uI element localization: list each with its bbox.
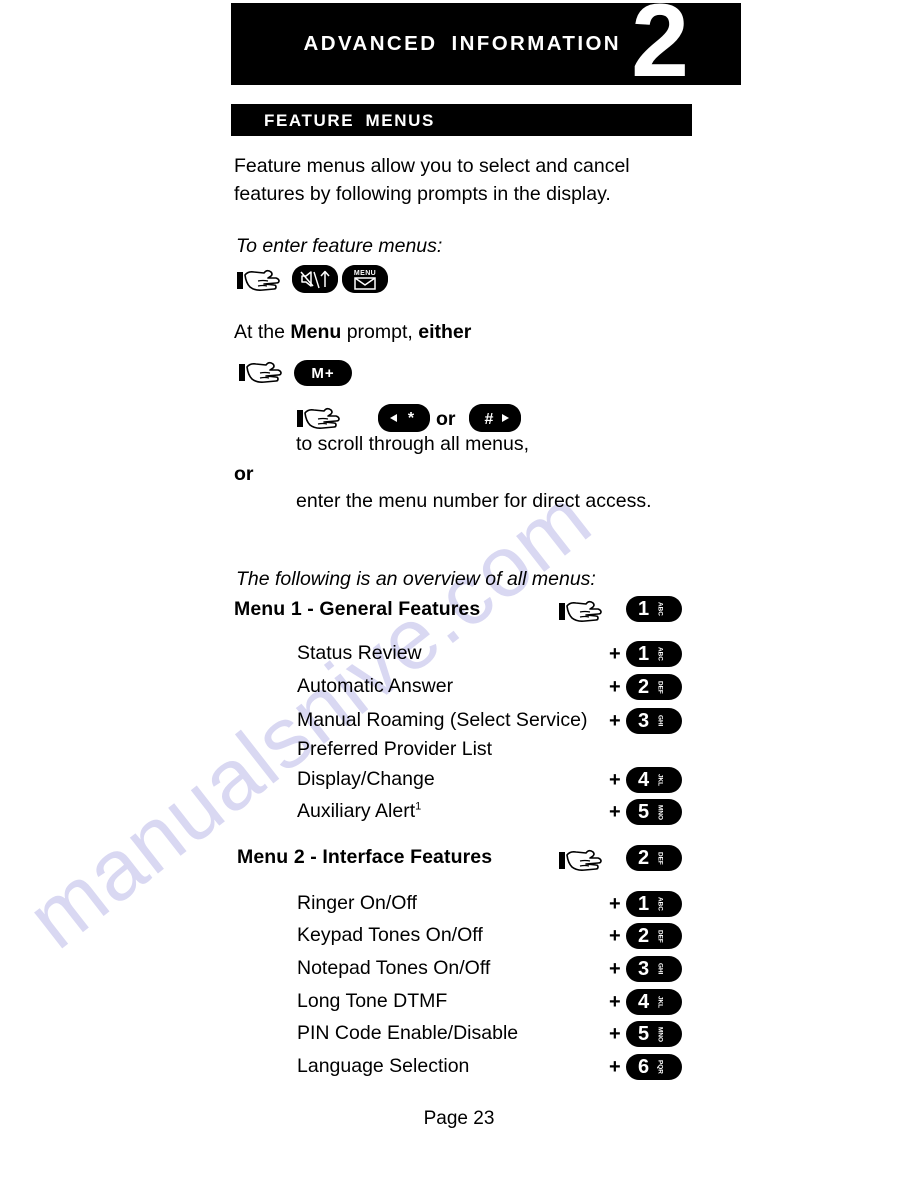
key-letters: DEF (656, 929, 664, 943)
alternative-text: enter the menu number for direct access. (296, 490, 652, 512)
pointing-hand-icon (558, 846, 604, 874)
menu-1-item-4-plus: + (609, 769, 621, 791)
menu-2-item-5-plus: + (609, 1056, 621, 1078)
key-letters: PQR (656, 1060, 664, 1074)
key-digit: 1 (638, 893, 650, 915)
menu-2-heading: Menu 2 - Interface Features (237, 846, 493, 868)
menu-2-item-3-plus: + (609, 991, 621, 1013)
svg-text:#: # (485, 411, 494, 428)
menu-2-item-5-key[interactable]: 6 PQR (626, 1054, 682, 1080)
key-digit: 2 (638, 925, 650, 947)
key-letters: GHI (656, 715, 664, 727)
menu-2-item-4-plus: + (609, 1023, 621, 1045)
key-digit: 5 (638, 1023, 650, 1045)
scroll-or-label: or (436, 408, 456, 430)
menu-1-key[interactable]: 1 ABC (626, 596, 682, 622)
key-digit: 4 (638, 769, 650, 791)
menu-2-item-1-key[interactable]: 2 DEF (626, 923, 682, 949)
section-header-bar: FEATURE MENUS (231, 104, 692, 136)
menu-2-item-2-label: Notepad Tones On/Off (297, 957, 491, 979)
chapter-title: ADVANCED INFORMATION (303, 32, 621, 55)
menu-2-item-4-label: PIN Code Enable/Disable (297, 1022, 519, 1044)
enter-menus-lead: To enter feature menus: (236, 235, 443, 257)
menu-1-item-0-key[interactable]: 1 ABC (626, 641, 682, 667)
menu-1-item-2-plus: + (609, 710, 621, 732)
menu-2-item-0-plus: + (609, 893, 621, 915)
menu-prompt-bold-either: either (418, 321, 472, 343)
menu-2-item-2-plus: + (609, 958, 621, 980)
key-letters: ABC (656, 897, 664, 911)
menu-envelope-key[interactable]: MENU (342, 265, 388, 293)
menu-2-item-3-label: Long Tone DTMF (297, 990, 448, 1012)
menu-1-item-2-key[interactable]: 3 GHI (626, 708, 682, 734)
menu-1-item-5-plus: + (609, 801, 621, 823)
intro-paragraph: Feature menus allow you to select and ca… (234, 155, 630, 205)
alternative-or-label: or (234, 463, 254, 485)
chapter-header-bar: ADVANCED INFORMATION 2 (231, 3, 741, 85)
key-digit: 4 (638, 991, 650, 1013)
menu-1-item-4-key[interactable]: 4 JKL (626, 767, 682, 793)
menu-1-item-0-label: Status Review (297, 642, 422, 664)
section-title: FEATURE MENUS (264, 111, 435, 130)
menu-2-key-letters: DEF (656, 851, 664, 865)
menu-2-item-0-key[interactable]: 1 ABC (626, 891, 682, 917)
menu-1-key-letters: ABC (656, 602, 664, 616)
overview-lead: The following is an overview of all menu… (236, 568, 596, 590)
key-letters: DEF (656, 680, 664, 694)
key-letters: GHI (656, 963, 664, 975)
menu-2-item-2-key[interactable]: 3 GHI (626, 956, 682, 982)
key-digit: 5 (638, 801, 650, 823)
pointing-hand-icon (558, 597, 604, 625)
key-digit: 6 (638, 1056, 650, 1078)
menu-1-item-1-plus: + (609, 676, 621, 698)
menu-prompt-bold-menu: Menu (290, 321, 342, 343)
menu-2-key-digit: 2 (638, 847, 650, 869)
key-digit: 1 (638, 643, 650, 665)
key-letters: MNO (656, 1026, 664, 1042)
menu-1-item-3-label: Preferred Provider List (297, 738, 493, 760)
key-letters: ABC (656, 647, 664, 661)
star-scroll-left-key[interactable]: * (378, 404, 430, 432)
menu-1-item-5-key[interactable]: 5 MNO (626, 799, 682, 825)
menu-prompt-text-before: At the (234, 321, 291, 343)
key-letters: MNO (656, 804, 664, 820)
key-digit: 2 (638, 676, 650, 698)
key-letters: JKL (656, 773, 664, 787)
key-letters: JKL (656, 995, 664, 1009)
menu-1-key-digit: 1 (638, 598, 650, 620)
pound-scroll-right-key[interactable]: # (469, 404, 521, 432)
menu-2-item-5-label: Language Selection (297, 1055, 470, 1077)
menu-1-item-1-key[interactable]: 2 DEF (626, 674, 682, 700)
pointing-hand-icon (236, 266, 282, 294)
pointing-hand-icon (296, 404, 342, 432)
m-plus-key[interactable]: M+ (294, 360, 352, 386)
key-digit: 3 (638, 710, 650, 732)
page-footer: Page 23 (423, 1108, 495, 1129)
menu-prompt-line: At the Menu prompt, either (234, 319, 471, 345)
svg-text:MENU: MENU (354, 270, 376, 277)
menu-2-item-3-key[interactable]: 4 JKL (626, 989, 682, 1015)
menu-1-item-4-label: Display/Change (297, 768, 435, 790)
chapter-number: 2 (631, 3, 689, 85)
menu-prompt-text-middle: prompt, (341, 321, 419, 343)
scroll-caption: to scroll through all menus, (296, 433, 530, 455)
menu-2-key[interactable]: 2 DEF (626, 845, 682, 871)
key-digit: 3 (638, 958, 650, 980)
menu-2-item-0-label: Ringer On/Off (297, 892, 417, 914)
menu-1-item-0-plus: + (609, 643, 621, 665)
menu-2-item-1-plus: + (609, 925, 621, 947)
menu-1-item-1-label: Automatic Answer (297, 675, 454, 697)
mute-volume-up-key[interactable] (292, 265, 338, 293)
menu-1-heading: Menu 1 - General Features (234, 598, 481, 620)
menu-2-item-4-key[interactable]: 5 MNO (626, 1021, 682, 1047)
menu-2-item-1-label: Keypad Tones On/Off (297, 924, 483, 946)
menu-1-item-5-text: Auxiliary Alert (297, 800, 416, 822)
menu-1-item-5-label: Auxiliary Alert1 (297, 800, 421, 823)
pointing-hand-icon (238, 358, 284, 386)
manual-page: ADVANCED INFORMATION 2 FEATURE MENUS Fea… (0, 0, 918, 1188)
menu-1-item-2-label: Manual Roaming (Select Service) (297, 709, 588, 731)
svg-text:*: * (408, 410, 415, 427)
m-plus-key-label: M+ (311, 364, 335, 382)
menu-1-item-5-footnote: 1 (415, 800, 422, 813)
